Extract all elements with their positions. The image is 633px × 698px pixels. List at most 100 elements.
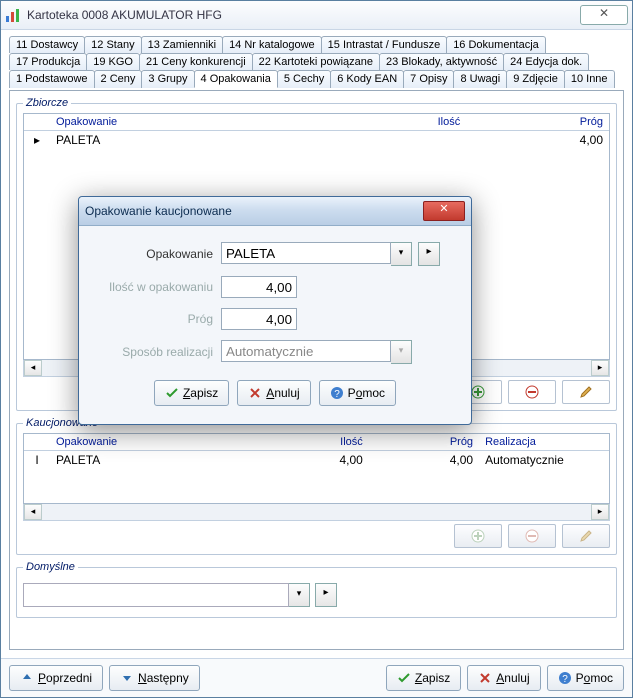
tab-16-dokumentacja[interactable]: 16 Dokumentacja <box>446 36 546 53</box>
scroll-right-icon[interactable]: ▸ <box>591 360 609 376</box>
sposob-dropdown-button[interactable]: ▾ <box>391 340 412 364</box>
modal-cancel-button[interactable]: Anuluj <box>237 380 310 406</box>
tab-1-podstawowe[interactable]: 1 Podstawowe <box>9 70 95 88</box>
scroll-left-icon[interactable]: ◂ <box>24 360 42 376</box>
modal-button-row: Zapisz Anuluj ? Pomoc <box>93 374 457 416</box>
scroll-left-icon[interactable]: ◂ <box>24 504 42 520</box>
col-header-opakowanie[interactable]: Opakowanie <box>50 114 324 130</box>
tab-21-ceny-konkurencji[interactable]: 21 Ceny konkurencji <box>139 53 253 70</box>
tab-19-kgo[interactable]: 19 KGO <box>86 53 140 70</box>
modal-opakowanie-kaucjonowane: Opakowanie kaucjonowane ✕ Opakowanie ▾ ▸… <box>78 196 472 425</box>
tab-2-ceny[interactable]: 2 Ceny <box>94 70 143 88</box>
add-icon <box>470 528 486 544</box>
next-button[interactable]: Następny <box>109 665 200 691</box>
tab-7-opisy[interactable]: 7 Opisy <box>403 70 454 88</box>
modal-save-button[interactable]: Zapisz <box>154 380 229 406</box>
edit-button[interactable] <box>562 524 610 548</box>
window-close-button[interactable]: ✕ <box>580 5 628 25</box>
cell-opakowanie: PALETA <box>50 451 259 469</box>
label-sposob: Sposób realizacji <box>93 345 213 359</box>
tab-12-stany[interactable]: 12 Stany <box>84 36 141 53</box>
tab-15-intrastat[interactable]: 15 Intrastat / Fundusze <box>321 36 448 53</box>
col-header-ilosc[interactable]: Ilość <box>324 114 467 130</box>
cell-opakowanie: PALETA <box>50 131 324 149</box>
help-button[interactable]: ? Pomoc <box>547 665 624 691</box>
tab-10-inne[interactable]: 10 Inne <box>564 70 615 88</box>
tab-3-grupy[interactable]: 3 Grupy <box>141 70 194 88</box>
cell-ilosc: 4,00 <box>259 451 369 469</box>
tab-5-cechy[interactable]: 5 Cechy <box>277 70 331 88</box>
save-button[interactable]: Zapisz <box>386 665 461 691</box>
tab-rows: 11 Dostawcy 12 Stany 13 Zamienniki 14 Nr… <box>9 36 624 88</box>
delete-button[interactable] <box>508 524 556 548</box>
check-icon <box>397 671 411 685</box>
input-opakowanie[interactable] <box>221 242 391 264</box>
delete-icon <box>524 384 540 400</box>
edit-button[interactable] <box>562 380 610 404</box>
domyslne-lookup-button[interactable]: ▸ <box>315 583 337 607</box>
col-header-prog[interactable]: Próg <box>466 114 609 130</box>
tab-11-dostawcy[interactable]: 11 Dostawcy <box>9 36 85 53</box>
modal-help-button[interactable]: ? Pomoc <box>319 380 396 406</box>
tab-17-produkcja[interactable]: 17 Produkcja <box>9 53 87 70</box>
edit-icon <box>578 528 594 544</box>
modal-close-button[interactable]: ✕ <box>423 201 465 221</box>
cross-icon <box>248 386 262 400</box>
scroll-right-icon[interactable]: ▸ <box>591 504 609 520</box>
cancel-button[interactable]: Anuluj <box>467 665 540 691</box>
input-prog[interactable] <box>221 308 297 330</box>
cross-icon <box>478 671 492 685</box>
modal-titlebar: Opakowanie kaucjonowane ✕ <box>79 197 471 226</box>
col-header-ilosc[interactable]: Ilość <box>259 434 369 450</box>
input-sposob[interactable] <box>221 340 391 362</box>
tab-6-kody-ean[interactable]: 6 Kody EAN <box>330 70 404 88</box>
window-title: Kartoteka 0008 AKUMULATOR HFG <box>27 8 580 22</box>
cell-prog: 4,00 <box>369 451 479 469</box>
tab-23-blokady[interactable]: 23 Blokady, aktywność <box>379 53 504 70</box>
col-header-realizacja[interactable]: Realizacja <box>479 434 609 450</box>
group-zbiorcze-legend: Zbiorcze <box>23 97 71 109</box>
app-icon <box>5 7 21 23</box>
svg-text:?: ? <box>562 674 568 685</box>
arrow-down-icon <box>120 671 134 685</box>
tab-13-zamienniki[interactable]: 13 Zamienniki <box>141 36 223 53</box>
help-icon: ? <box>558 671 572 685</box>
label-opakowanie: Opakowanie <box>93 247 213 261</box>
help-icon: ? <box>330 386 344 400</box>
kaucjonowane-toolbar <box>23 524 610 548</box>
add-button[interactable] <box>454 524 502 548</box>
tab-22-kartoteki-powiazane[interactable]: 22 Kartoteki powiązane <box>252 53 380 70</box>
tab-8-uwagi[interactable]: 8 Uwagi <box>453 70 507 88</box>
check-icon <box>165 386 179 400</box>
arrow-up-icon <box>20 671 34 685</box>
edit-row-icon: I <box>24 451 50 469</box>
tab-14-nr-katalogowe[interactable]: 14 Nr katalogowe <box>222 36 322 53</box>
col-header-opakowanie[interactable]: Opakowanie <box>50 434 259 450</box>
kaucjonowane-hscrollbar[interactable]: ◂ ▸ <box>23 504 610 521</box>
tab-4-opakowania[interactable]: 4 Opakowania <box>194 70 278 88</box>
domyslne-dropdown-button[interactable]: ▾ <box>289 583 310 607</box>
cell-ilosc <box>324 131 467 149</box>
add-icon <box>470 384 486 400</box>
input-ilosc[interactable] <box>221 276 297 298</box>
titlebar: Kartoteka 0008 AKUMULATOR HFG ✕ <box>1 1 632 30</box>
tab-9-zdjecie[interactable]: 9 Zdjęcie <box>506 70 565 88</box>
cell-realizacja: Automatycznie <box>479 451 609 469</box>
table-row[interactable]: ▸ PALETA 4,00 <box>24 131 609 149</box>
delete-button[interactable] <box>508 380 556 404</box>
prev-button[interactable]: PPoprzednioprzedni <box>9 665 103 691</box>
edit-icon <box>578 384 594 400</box>
domyslne-input[interactable] <box>23 583 289 607</box>
table-row[interactable]: I PALETA 4,00 4,00 Automatycznie <box>24 451 609 469</box>
group-kaucjonowane: Kaucjonowane Opakowanie Ilość Próg Reali… <box>16 417 617 555</box>
footer-toolbar: PPoprzednioprzedni Następny Zapisz Anulu… <box>1 658 632 697</box>
opakowanie-dropdown-button[interactable]: ▾ <box>391 242 412 266</box>
svg-text:?: ? <box>334 389 340 400</box>
domyslne-combo: ▾ ▸ <box>23 583 610 607</box>
opakowanie-lookup-button[interactable]: ▸ <box>418 242 440 266</box>
tab-24-edycja-dok[interactable]: 24 Edycja dok. <box>503 53 589 70</box>
modal-body: Opakowanie ▾ ▸ Ilość w opakowaniu Próg S… <box>79 226 471 424</box>
col-header-prog[interactable]: Próg <box>369 434 479 450</box>
modal-title: Opakowanie kaucjonowane <box>85 204 423 218</box>
group-domyslne-legend: Domyślne <box>23 561 78 573</box>
